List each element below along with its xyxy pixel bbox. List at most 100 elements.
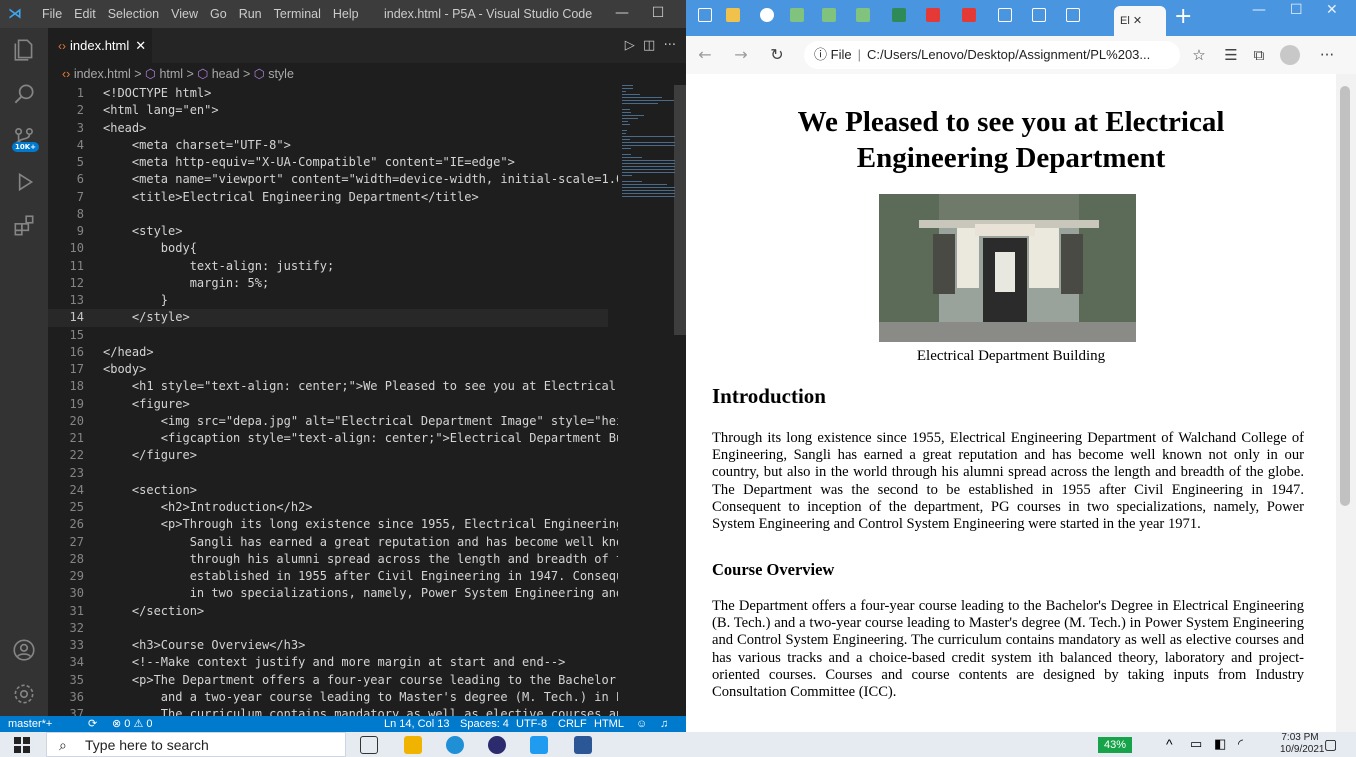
tab-favicon[interactable] bbox=[726, 8, 740, 22]
vscode-taskbar-icon[interactable] bbox=[530, 736, 548, 754]
code-line[interactable]: 22 </figure> bbox=[48, 447, 608, 464]
sync-icon[interactable]: ⟳ bbox=[88, 716, 97, 732]
code-line[interactable]: 33 <h3>Course Overview</h3> bbox=[48, 637, 608, 654]
address-bar[interactable]: ⓘ File | C:/Users/Lenovo/Desktop/Assignmen… bbox=[804, 41, 1180, 69]
code-line[interactable]: 17 <body> bbox=[48, 361, 608, 378]
split-editor-icon[interactable]: ◫ bbox=[643, 38, 655, 53]
new-tab-icon[interactable]: + bbox=[1174, 4, 1192, 30]
more-actions-icon[interactable]: ··· bbox=[664, 38, 676, 53]
code-line[interactable]: 14 </style> bbox=[48, 309, 608, 327]
run-debug-icon[interactable] bbox=[0, 160, 48, 204]
code-line[interactable]: 27 Sangli has earned a great reputation … bbox=[48, 534, 618, 551]
page-scrollbar[interactable] bbox=[1336, 74, 1356, 732]
taskbar-search[interactable]: ⌕ Type here to search bbox=[46, 732, 346, 757]
code-line[interactable]: 20 <img src="depa.jpg" alt="Electrical D… bbox=[48, 413, 618, 430]
code-line[interactable]: 5 <meta http-equiv="X-UA-Compatible" con… bbox=[48, 154, 608, 171]
clock[interactable]: 7:03 PM 10/9/2021 bbox=[1280, 732, 1325, 756]
collections-icon[interactable]: ⧉ bbox=[1248, 44, 1270, 66]
file-explorer-icon[interactable] bbox=[404, 736, 422, 754]
more-menu-icon[interactable]: ··· bbox=[1316, 44, 1338, 66]
cursor-position[interactable]: Ln 14, Col 13 bbox=[384, 716, 449, 732]
settings-gear-icon[interactable] bbox=[0, 672, 48, 716]
code-line[interactable]: 37 The curriculum contains mandatory as … bbox=[48, 706, 618, 716]
code-line[interactable]: 2 <html lang="en"> bbox=[48, 102, 608, 119]
pdf-tab-icon[interactable] bbox=[962, 8, 976, 22]
account-icon[interactable] bbox=[0, 628, 48, 672]
maximize-icon[interactable]: ☐ bbox=[640, 0, 676, 28]
favorite-star-icon[interactable]: ☆ bbox=[1188, 44, 1210, 66]
code-line[interactable]: 15 bbox=[48, 327, 608, 344]
minimize-icon[interactable]: — bbox=[1252, 2, 1266, 18]
code-line[interactable]: 24 <section> bbox=[48, 482, 608, 499]
refresh-icon[interactable]: ↻ bbox=[766, 44, 788, 66]
extensions-icon[interactable] bbox=[0, 204, 48, 248]
code-line[interactable]: 18 <h1 style="text-align: center;">We Pl… bbox=[48, 378, 616, 395]
tab-favicon[interactable] bbox=[790, 8, 804, 22]
breadcrumb-style[interactable]: style bbox=[268, 67, 294, 81]
forward-icon[interactable]: → bbox=[730, 44, 752, 66]
code-line[interactable]: 34 <!--Make context justify and more mar… bbox=[48, 654, 608, 671]
code-line[interactable]: 7 <title>Electrical Engineering Departme… bbox=[48, 189, 608, 206]
profile-avatar[interactable] bbox=[1280, 45, 1300, 65]
code-line[interactable]: 1 <!DOCTYPE html> bbox=[48, 85, 608, 102]
breadcrumb-head[interactable]: head bbox=[212, 67, 240, 81]
code-line[interactable]: 13 } bbox=[48, 292, 608, 309]
edge-icon[interactable] bbox=[446, 736, 464, 754]
close-window-icon[interactable]: ✕ bbox=[1326, 2, 1338, 18]
word-icon[interactable] bbox=[574, 736, 592, 754]
code-line[interactable]: 12 margin: 5%; bbox=[48, 275, 608, 292]
code-line[interactable]: 32 bbox=[48, 620, 608, 637]
active-tab[interactable]: El ✕ bbox=[1114, 6, 1166, 36]
notification-icon[interactable]: ▢ bbox=[1324, 736, 1337, 753]
close-tab-icon[interactable]: ✕ bbox=[135, 38, 146, 53]
tab-favicon[interactable] bbox=[822, 8, 836, 22]
breadcrumb-file[interactable]: index.html bbox=[74, 67, 131, 81]
tray-chevron-icon[interactable]: ^ bbox=[1166, 736, 1173, 752]
line-ending[interactable]: CRLF bbox=[558, 716, 587, 732]
battery-indicator[interactable]: 43% bbox=[1098, 737, 1132, 753]
minimap[interactable] bbox=[620, 85, 676, 205]
menu-view[interactable]: View bbox=[165, 0, 204, 28]
encoding[interactable]: UTF-8 bbox=[516, 716, 547, 732]
git-branch[interactable]: master*+ bbox=[8, 716, 52, 732]
menu-edit[interactable]: Edit bbox=[68, 0, 102, 28]
code-editor[interactable]: 1 <!DOCTYPE html> 2 <html lang="en"> 3 <head>… bbox=[48, 85, 618, 716]
pdf-tab-icon[interactable] bbox=[926, 8, 940, 22]
code-line[interactable]: 16 </head> bbox=[48, 344, 608, 361]
code-line[interactable]: 19 <figure> bbox=[48, 396, 608, 413]
code-line[interactable]: 10 body{ bbox=[48, 240, 608, 257]
problems-indicator[interactable]: ⊗ 0 ⚠ 0 bbox=[112, 716, 152, 732]
code-line[interactable]: 29 established in 1955 after Civil Engin… bbox=[48, 568, 618, 585]
menu-terminal[interactable]: Terminal bbox=[268, 0, 327, 28]
breadcrumb-html[interactable]: html bbox=[159, 67, 183, 81]
menu-help[interactable]: Help bbox=[327, 0, 365, 28]
code-line[interactable]: 3 <head> bbox=[48, 120, 608, 137]
code-line[interactable]: 21 <figcaption style="text-align: center… bbox=[48, 430, 618, 447]
minimize-icon[interactable]: — bbox=[604, 0, 640, 28]
tab-favicon[interactable] bbox=[856, 8, 870, 22]
code-line[interactable]: 25 <h2>Introduction</h2> bbox=[48, 499, 608, 516]
close-tab-icon[interactable]: ✕ bbox=[1133, 15, 1142, 27]
document-tab-icon[interactable] bbox=[1032, 8, 1046, 22]
favorites-list-icon[interactable]: ☰ bbox=[1220, 44, 1242, 66]
tab-favicon[interactable] bbox=[892, 8, 906, 22]
source-control-icon[interactable]: 10K+ bbox=[0, 116, 48, 160]
code-line[interactable]: 26 <p>Through its long existence since 1… bbox=[48, 516, 618, 533]
windows-start-icon[interactable] bbox=[14, 737, 30, 753]
search-icon[interactable] bbox=[0, 72, 48, 116]
indentation[interactable]: Spaces: 4 bbox=[460, 716, 509, 732]
document-tab-icon[interactable] bbox=[998, 8, 1012, 22]
code-line[interactable]: 31 </section> bbox=[48, 603, 608, 620]
app-icon[interactable] bbox=[488, 736, 506, 754]
task-view-icon[interactable] bbox=[360, 736, 378, 754]
explorer-icon[interactable] bbox=[0, 28, 48, 72]
run-file-icon[interactable]: ▷ bbox=[625, 38, 635, 53]
maximize-icon[interactable]: ☐ bbox=[1290, 2, 1303, 18]
code-line[interactable]: 35 <p>The Department offers a four-year … bbox=[48, 672, 618, 689]
code-line[interactable]: 30 in two specializations, namely, Power… bbox=[48, 585, 618, 602]
menu-go[interactable]: Go bbox=[204, 0, 233, 28]
code-line[interactable]: 11 text-align: justify; bbox=[48, 258, 608, 275]
code-line[interactable]: 36 and a two-year course leading to Mast… bbox=[48, 689, 618, 706]
network-icon[interactable]: ◧ bbox=[1214, 736, 1226, 752]
scrollbar-thumb[interactable] bbox=[1340, 86, 1350, 506]
